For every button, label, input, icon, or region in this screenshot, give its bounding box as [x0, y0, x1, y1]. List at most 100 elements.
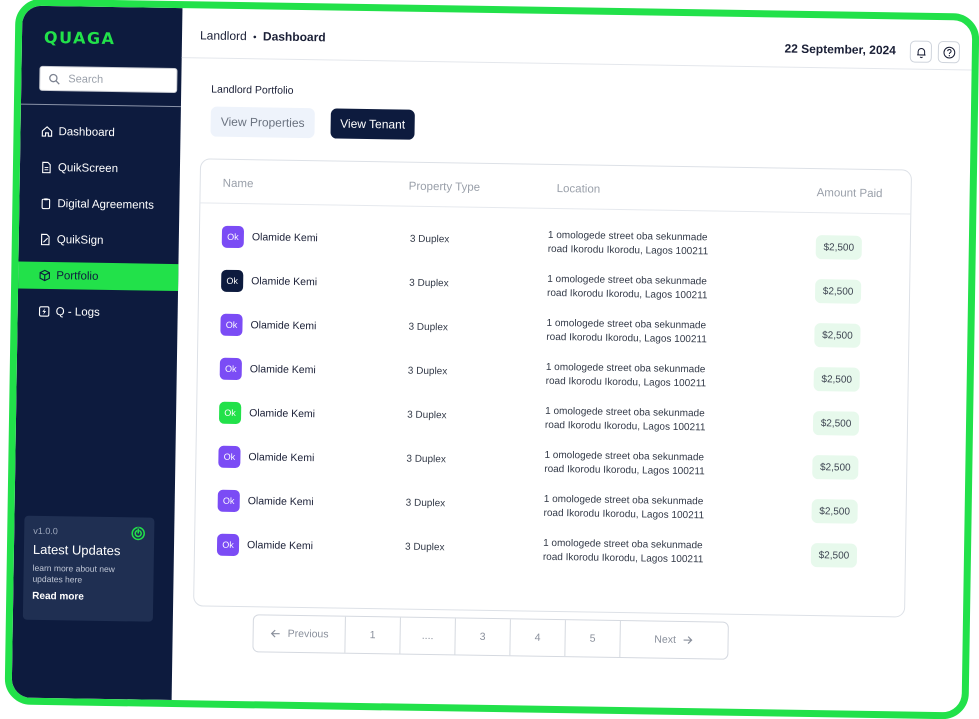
updates-description: learn more about new updates here [32, 562, 115, 585]
table-header: Name Property Type Location Amount Paid [200, 159, 912, 215]
amount-badge: $2,500 [811, 499, 858, 524]
search-input[interactable] [68, 72, 169, 87]
property-type: 3 Duplex [404, 541, 445, 554]
portfolio-section-label: Landlord Portfolio [211, 83, 294, 97]
updates-title: Latest Updates [32, 541, 121, 559]
amount-badge: $2,500 [814, 279, 862, 304]
amount-badge: $2,500 [815, 235, 862, 260]
signature-icon [40, 233, 50, 246]
search-box[interactable] [39, 65, 178, 94]
location: 1 omologede street oba sekunmade road Iko… [543, 493, 705, 522]
tenant-name: Olamide Kemi [247, 495, 314, 509]
amount-badge: $2,500 [810, 543, 858, 568]
bell-icon [916, 47, 926, 58]
sidebar-item-label: QuikScreen [57, 161, 119, 175]
search-icon [49, 73, 60, 85]
tenant-table: Name Property Type Location Amount Paid … [193, 158, 913, 618]
avatar: Ok [218, 401, 242, 425]
sidebar: QUAGA Dashboard QuikScreen Digital Agree… [11, 5, 183, 701]
sidebar-divider [20, 103, 181, 108]
page-button-5[interactable]: 5 [565, 620, 621, 658]
page-button-4[interactable]: 4 [510, 619, 566, 657]
next-page-button[interactable]: Next [620, 621, 728, 659]
breadcrumb-current: Dashboard [262, 29, 326, 45]
avatar: Ok [218, 445, 241, 469]
sidebar-item-dashboard[interactable]: Dashboard [20, 118, 180, 148]
document-icon [42, 161, 51, 174]
amount-badge: $2,500 [812, 411, 860, 436]
location: 1 omologede street oba sekunmade road Iko… [544, 449, 705, 478]
clipboard-icon [41, 198, 51, 210]
avatar: Ok [219, 357, 242, 381]
page-ellipsis: .... [400, 617, 456, 655]
sidebar-nav: Dashboard QuikScreen Digital Agreements … [17, 118, 180, 336]
sidebar-item-label: QuikSign [56, 233, 104, 247]
sidebar-item-digital-agreements[interactable]: Digital Agreements [19, 190, 179, 220]
property-type: 3 Duplex [409, 277, 449, 290]
page-button-1[interactable]: 1 [345, 616, 401, 654]
tenant-name: Olamide Kemi [249, 407, 316, 421]
read-more-link[interactable]: Read more [32, 591, 144, 604]
sidebar-item-quiksign[interactable]: QuikSign [19, 226, 179, 256]
tenant-name: Olamide Kemi [250, 319, 317, 333]
lightning-icon [38, 306, 50, 317]
main-content: Landlord • Dashboard 22 September, 2024 … [172, 8, 973, 712]
sidebar-item-label: Q - Logs [55, 305, 100, 319]
device-frame: QUAGA Dashboard QuikScreen Digital Agree… [4, 0, 979, 719]
column-header-location[interactable]: Location [557, 183, 601, 196]
help-button[interactable] [937, 40, 961, 64]
tenant-name: Olamide Kemi [249, 363, 316, 377]
column-header-amount-paid[interactable]: Amount Paid [817, 187, 883, 200]
view-tenant-button[interactable]: View Tenant [330, 108, 415, 140]
box-icon [39, 269, 51, 282]
page-button-3[interactable]: 3 [455, 618, 511, 656]
column-header-property-type[interactable]: Property Type [409, 181, 481, 194]
sidebar-item-quikscreen[interactable]: QuikScreen [20, 154, 180, 184]
amount-badge: $2,500 [813, 367, 860, 392]
location: 1 omologede street oba sekunmade road Iko… [547, 229, 709, 258]
breadcrumb-parent[interactable]: Landlord [200, 28, 247, 43]
avatar: Ok [216, 533, 240, 557]
app-logo: QUAGA [43, 27, 116, 49]
location: 1 omologede street oba sekunmade road Iko… [544, 405, 706, 434]
property-type: 3 Duplex [407, 409, 447, 422]
amount-badge: $2,500 [814, 323, 861, 348]
property-type: 3 Duplex [408, 321, 449, 334]
arrow-left-icon [270, 629, 280, 638]
breadcrumb-separator: • [252, 32, 257, 44]
location: 1 omologede street oba sekunmade road Iko… [545, 361, 707, 390]
property-type: 3 Duplex [409, 233, 450, 246]
avatar: Ok [220, 313, 243, 337]
sidebar-item-label: Portfolio [56, 269, 99, 283]
view-properties-button[interactable]: View Properties [210, 106, 315, 139]
property-type: 3 Duplex [407, 365, 448, 378]
previous-page-button[interactable]: Previous [253, 615, 346, 653]
notifications-button[interactable] [909, 40, 933, 63]
tenant-name: Olamide Kemi [251, 231, 318, 245]
location: 1 omologede street oba sekunmade road Iko… [546, 317, 707, 346]
avatar: Ok [221, 225, 245, 249]
top-bar: Landlord • Dashboard 22 September, 2024 [181, 8, 973, 71]
help-icon [942, 46, 955, 59]
location: 1 omologede street oba sekunmade road Iko… [546, 273, 708, 302]
tenant-name: Olamide Kemi [251, 275, 318, 289]
sidebar-item-portfolio[interactable]: Portfolio [18, 261, 179, 292]
location: 1 omologede street oba sekunmade road Iko… [542, 537, 704, 566]
column-header-name[interactable]: Name [223, 178, 254, 190]
property-type: 3 Duplex [405, 497, 446, 510]
next-label: Next [654, 633, 677, 646]
arrow-right-icon [683, 636, 693, 645]
current-date: 22 September, 2024 [784, 41, 897, 58]
amount-badge: $2,500 [812, 455, 859, 480]
avatar: Ok [221, 269, 244, 293]
sidebar-item-q-logs[interactable]: Q - Logs [17, 298, 177, 328]
sidebar-item-label: Digital Agreements [57, 197, 155, 212]
tenant-name: Olamide Kemi [246, 539, 314, 553]
avatar: Ok [217, 489, 240, 513]
home-icon [41, 126, 53, 137]
previous-label: Previous [287, 627, 329, 641]
property-type: 3 Duplex [406, 453, 446, 466]
version-label: v1.0.0 [33, 525, 58, 537]
tenant-name: Olamide Kemi [248, 451, 315, 465]
sidebar-item-label: Dashboard [58, 125, 115, 139]
